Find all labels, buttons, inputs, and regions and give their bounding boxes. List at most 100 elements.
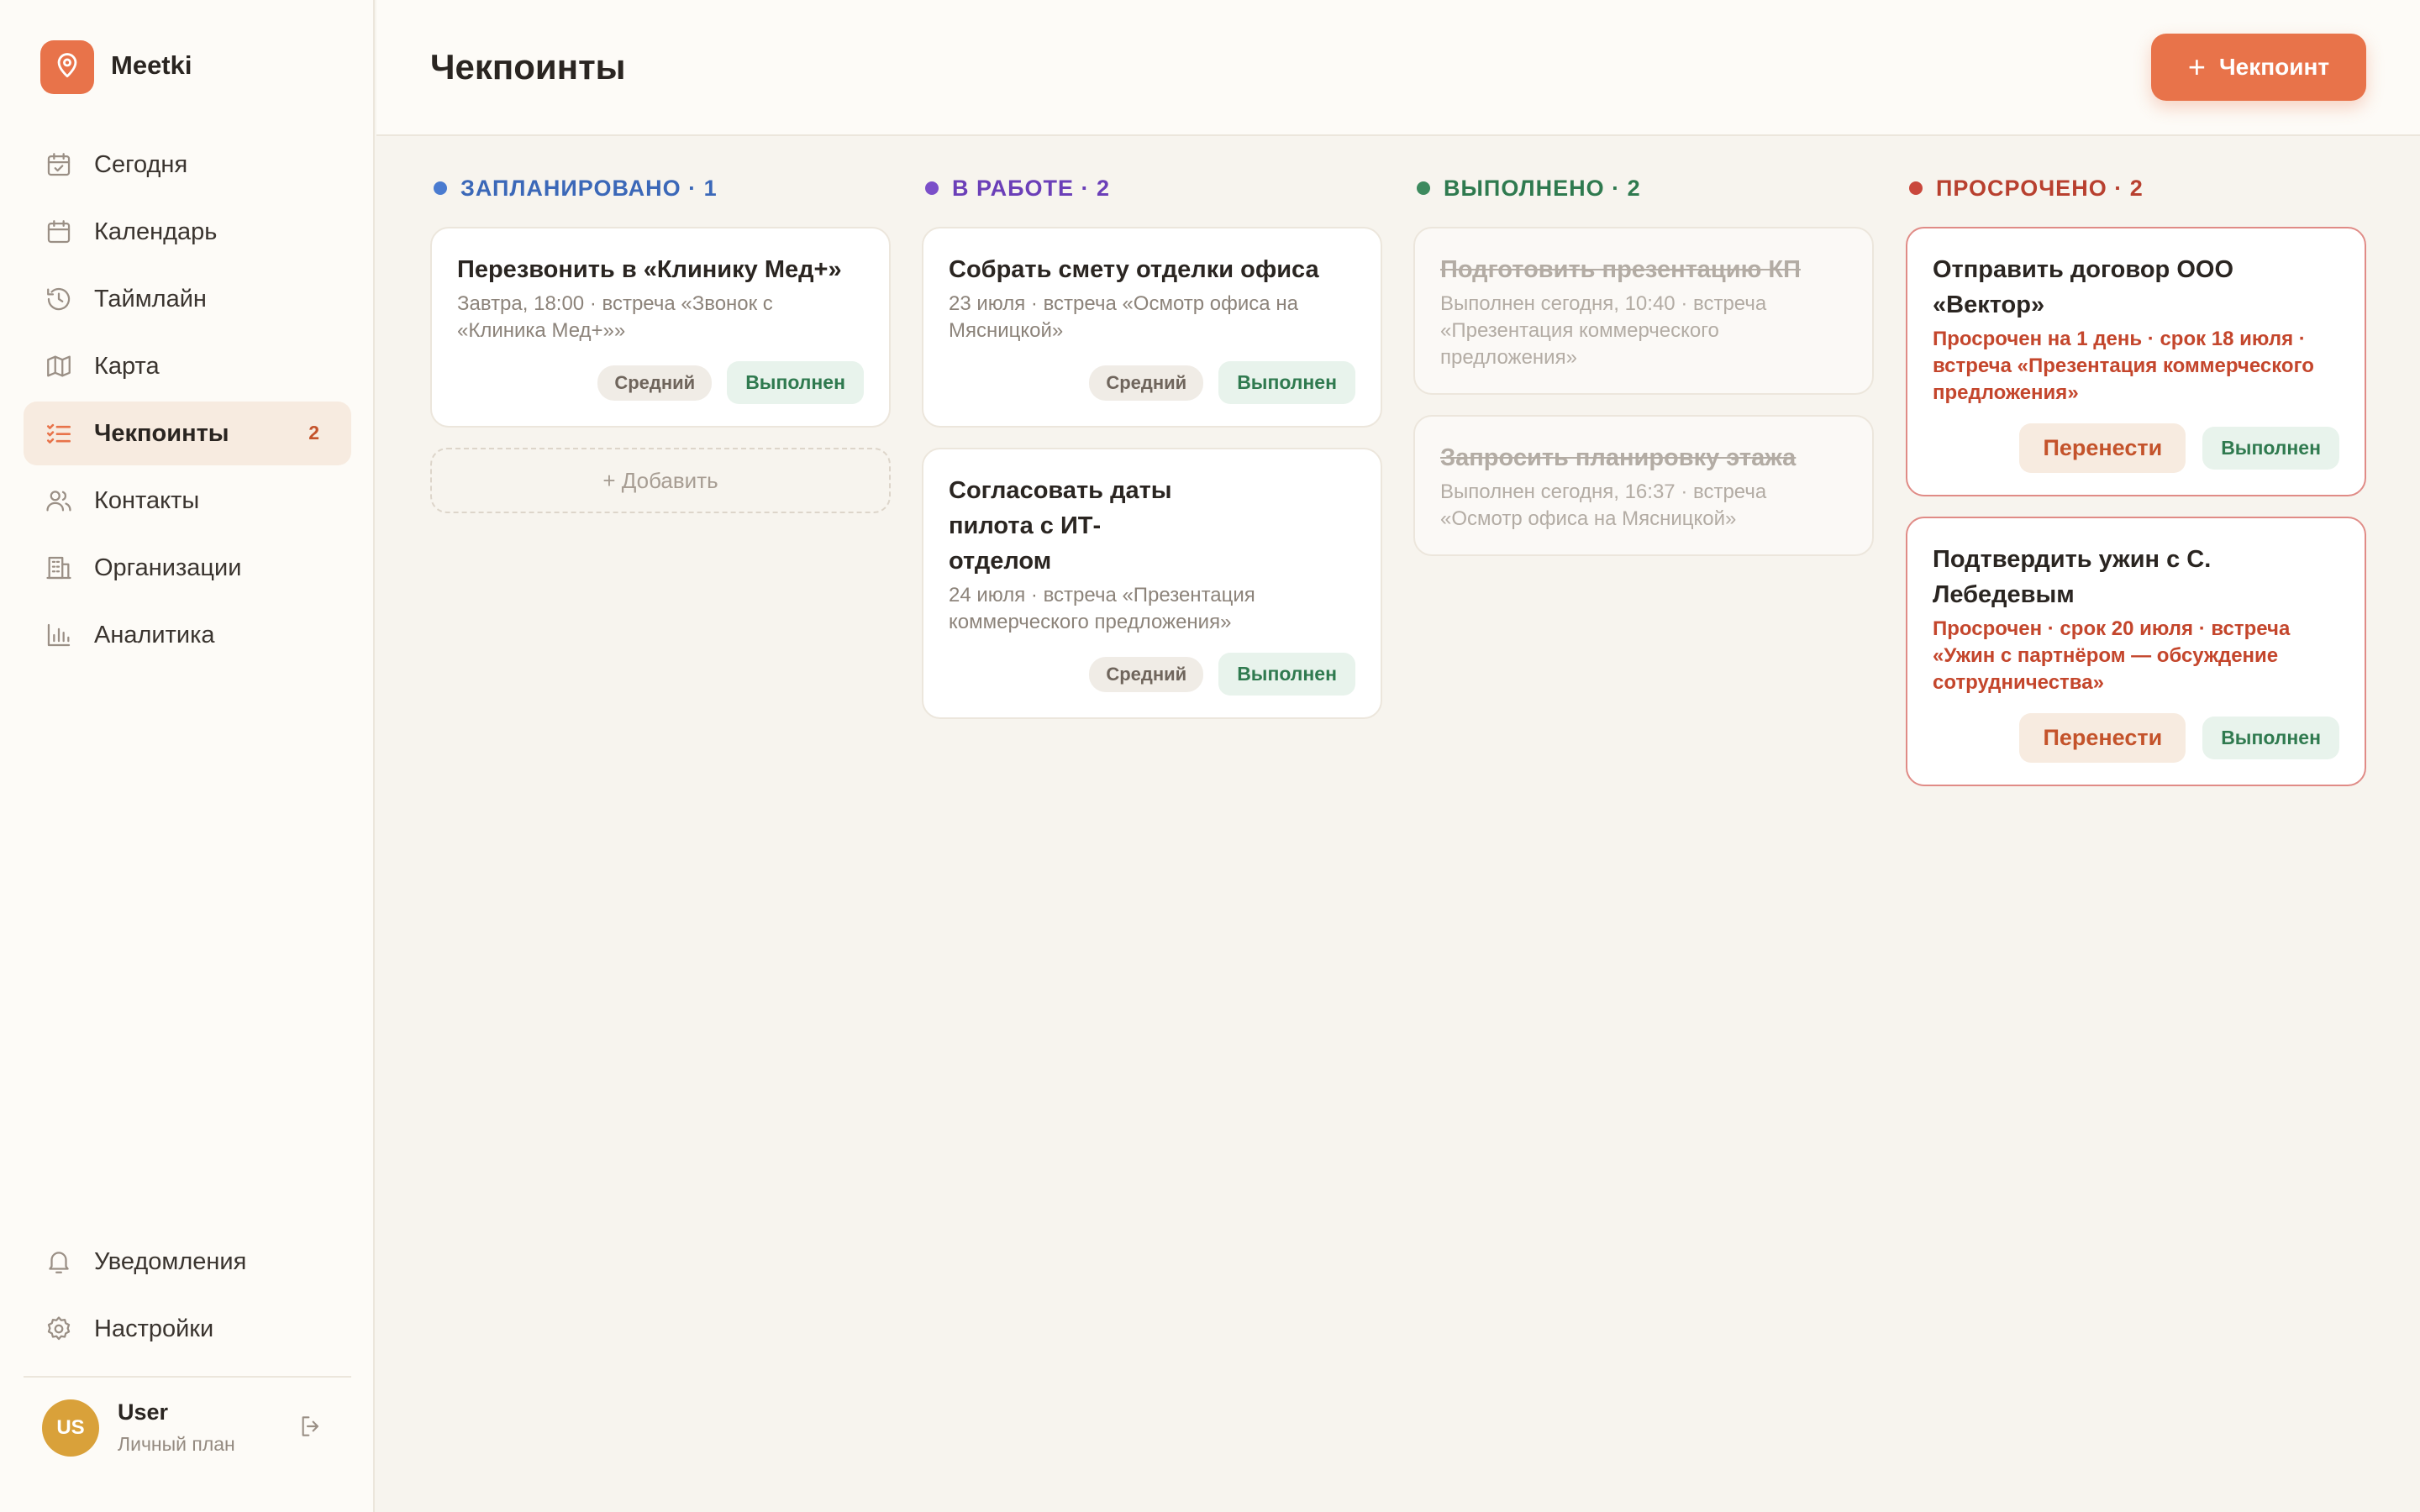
sidebar-item-contacts[interactable]: Контакты <box>24 469 351 533</box>
sidebar-item-timeline[interactable]: Таймлайн <box>24 267 351 331</box>
sidebar-item-label: Карта <box>94 352 160 380</box>
sidebar-item-label: Сегодня <box>94 150 188 178</box>
sidebar-item-today[interactable]: Сегодня <box>24 133 351 197</box>
sidebar-item-notifications[interactable]: Уведомления <box>24 1230 351 1294</box>
calendar-check-icon <box>44 150 74 180</box>
card-meta: Выполнен сегодня, 16:37 · встреча «Осмот… <box>1440 480 1767 530</box>
add-checkpoint-label: Чекпоинт <box>2218 54 2330 80</box>
column-title: В РАБОТЕ · 2 <box>952 175 1111 201</box>
status-dot <box>925 181 939 195</box>
sidebar-item-label: Календарь <box>94 218 218 245</box>
sidebar-item-map[interactable]: Карта <box>24 334 351 398</box>
checklist-icon <box>44 418 74 449</box>
sidebar-item-label: Контакты <box>94 486 200 514</box>
column-planned: ЗАПЛАНИРОВАНО · 1 Перезвонить в «Клинику… <box>430 171 891 513</box>
priority-badge: Средний <box>597 365 713 401</box>
bell-icon <box>44 1247 74 1277</box>
checkpoint-card[interactable]: Согласовать даты пилота с ИТ-отделом 24 … <box>922 448 1382 719</box>
card-actions: Перенести Выполнен <box>1933 713 2339 763</box>
app-logo[interactable] <box>40 40 94 94</box>
sidebar-item-label: Организации <box>94 554 242 581</box>
sidebar-item-label: Таймлайн <box>94 285 207 312</box>
page-header: Чекпоинты + Чекпоинт <box>376 0 2420 136</box>
reschedule-button[interactable]: Перенести <box>2019 423 2186 473</box>
card-title: Подтвердить ужин с С. Лебедевым <box>1933 546 2212 608</box>
card-meta: 24 июля · встреча «Презентация коммерчес… <box>949 584 1255 633</box>
sidebar-item-label: Аналитика <box>94 621 215 648</box>
card-meta: Завтра, 18:00 · встреча «Звонок с «Клини… <box>457 292 773 342</box>
sidebar-nav: Сегодня Календарь Таймлайн Карта Чекпоин… <box>24 133 351 670</box>
card-title: Перезвонить в «Клинику Мед+» <box>457 256 842 283</box>
card-title: Собрать смету отделки офиса <box>949 256 1319 283</box>
sidebar-item-settings[interactable]: Настройки <box>24 1297 351 1361</box>
mark-done-button[interactable]: Выполнен <box>727 361 864 404</box>
logout-icon <box>297 1413 324 1444</box>
user-name: User <box>118 1399 169 1425</box>
checkpoint-card[interactable]: Запросить планировку этажа Выполнен сего… <box>1413 415 1874 556</box>
card-meta: Выполнен сегодня, 10:40 · встреча «Презе… <box>1440 292 1767 369</box>
card-title: Запросить планировку этажа <box>1440 444 1797 471</box>
sidebar-item-label: Настройки <box>94 1315 214 1342</box>
sidebar: Meetki Сегодня Календарь Таймлайн Карта <box>0 0 375 1512</box>
map-pin-icon <box>53 51 82 84</box>
mark-done-button[interactable]: Выполнен <box>2202 427 2339 470</box>
card-actions: Средний Выполнен <box>949 361 1355 404</box>
sidebar-item-checkpoints[interactable]: Чекпоинты 2 <box>24 402 351 465</box>
mark-done-button[interactable]: Выполнен <box>1218 653 1355 696</box>
card-meta: 23 июля · встреча «Осмотр офиса на Мясни… <box>949 292 1298 342</box>
add-checkpoint-button[interactable]: + Чекпоинт <box>2151 34 2366 101</box>
card-title: Подготовить презентацию КП <box>1440 256 1801 283</box>
app-name: Meetki <box>111 50 192 80</box>
card-meta: Просрочен · срок 20 июля · встреча «Ужин… <box>1933 617 2291 694</box>
sidebar-item-label: Уведомления <box>94 1247 247 1275</box>
checkpoint-card[interactable]: Отправить договор ООО «Вектор» Просрочен… <box>1906 227 2366 496</box>
priority-badge: Средний <box>1089 365 1204 401</box>
gear-icon <box>44 1314 74 1344</box>
column-in-progress: В РАБОТЕ · 2 Собрать смету отделки офиса… <box>922 171 1382 739</box>
status-dot <box>434 181 447 195</box>
column-title: ПРОСРОЧЕНО · 2 <box>1936 175 2144 201</box>
column-overdue: ПРОСРОЧЕНО · 2 Отправить договор ООО «Ве… <box>1906 171 2366 806</box>
history-icon <box>44 284 74 314</box>
page-title: Чекпоинты <box>430 47 626 87</box>
column-header: ВЫПОЛНЕНО · 2 <box>1413 171 1874 205</box>
column-header: ПРОСРОЧЕНО · 2 <box>1906 171 2366 205</box>
building-icon <box>44 553 74 583</box>
card-actions: Средний Выполнен <box>949 653 1355 696</box>
logout-button[interactable] <box>294 1411 328 1445</box>
sidebar-item-label: Чекпоинты <box>94 419 229 447</box>
card-title: Отправить договор ООО «Вектор» <box>1933 256 2233 318</box>
user-plan: Личный план <box>118 1433 235 1455</box>
column-header: ЗАПЛАНИРОВАНО · 1 <box>430 171 891 205</box>
add-card-button[interactable]: + Добавить <box>430 448 891 513</box>
sidebar-item-organizations[interactable]: Организации <box>24 536 351 600</box>
priority-badge: Средний <box>1089 656 1204 692</box>
reschedule-button[interactable]: Перенести <box>2019 713 2186 763</box>
sidebar-bottom-nav: Уведомления Настройки <box>24 1230 351 1364</box>
count-badge: 2 <box>308 422 319 444</box>
card-actions: Перенести Выполнен <box>1933 423 2339 473</box>
card-title: Согласовать даты пилота с ИТ-отделом <box>949 477 1172 575</box>
status-dot <box>1417 181 1430 195</box>
bar-chart-icon <box>44 620 74 650</box>
card-actions: Средний Выполнен <box>457 361 864 404</box>
checkpoint-card[interactable]: Перезвонить в «Клинику Мед+» Завтра, 18:… <box>430 227 891 428</box>
sidebar-item-analytics[interactable]: Аналитика <box>24 603 351 667</box>
column-title: ЗАПЛАНИРОВАНО · 1 <box>460 175 718 201</box>
checkpoint-card[interactable]: Подготовить презентацию КП Выполнен сего… <box>1413 227 1874 395</box>
status-dot <box>1909 181 1923 195</box>
map-icon <box>44 351 74 381</box>
column-title: ВЫПОЛНЕНО · 2 <box>1444 175 1641 201</box>
checkpoint-card[interactable]: Собрать смету отделки офиса 23 июля · вс… <box>922 227 1382 428</box>
avatar[interactable]: US <box>42 1399 99 1457</box>
sidebar-item-calendar[interactable]: Календарь <box>24 200 351 264</box>
mark-done-button[interactable]: Выполнен <box>2202 717 2339 759</box>
calendar-icon <box>44 217 74 247</box>
checkpoint-card[interactable]: Подтвердить ужин с С. Лебедевым Просроче… <box>1906 517 2366 786</box>
sidebar-divider <box>24 1376 351 1378</box>
mark-done-button[interactable]: Выполнен <box>1218 361 1355 404</box>
column-done: ВЫПОЛНЕНО · 2 Подготовить презентацию КП… <box>1413 171 1874 576</box>
users-icon <box>44 486 74 516</box>
card-meta: Просрочен на 1 день · срок 18 июля · вст… <box>1933 328 2314 404</box>
plus-icon: + <box>2187 50 2206 84</box>
